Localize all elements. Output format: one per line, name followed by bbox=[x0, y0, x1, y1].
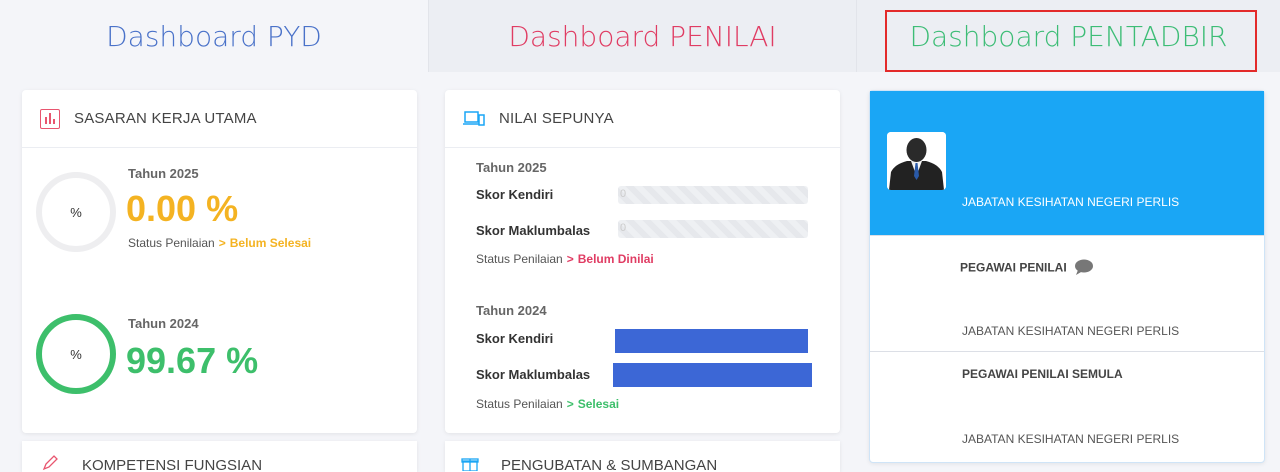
pegawai-penilai-label: PEGAWAI PENILAI bbox=[960, 260, 1067, 275]
kompetensi-fungsian-card: KOMPETENSI FUNGSIAN bbox=[22, 441, 417, 472]
skor-maklumbalas-label: Skor Maklumbalas bbox=[476, 223, 591, 238]
tab-penilai-label: Dashboard PENILAI bbox=[508, 19, 777, 53]
card-title: SASARAN KERJA UTAMA bbox=[74, 110, 257, 127]
status-label: Status Penilaian bbox=[128, 236, 215, 250]
year-label: Tahun 2025 bbox=[476, 160, 547, 175]
status-value: Belum Selesai bbox=[229, 236, 312, 250]
card-header: NILAI SEPUNYA bbox=[445, 90, 840, 148]
nilai-sepunya-card: NILAI SEPUNYA Tahun 2025 Skor Kendiri 0 … bbox=[445, 90, 840, 433]
pegawai-penilai-section: PEGAWAI PENILAI JABATAN KESIHATAN NEGERI… bbox=[870, 235, 1264, 351]
chevron-right-icon: > bbox=[566, 397, 574, 411]
skor-maklumbalas-bar bbox=[613, 363, 812, 387]
tab-dashboard-penilai[interactable]: Dashboard PENILAI bbox=[428, 0, 856, 72]
pengubatan-sumbangan-title: PENGUBATAN & SUMBANGAN bbox=[501, 457, 718, 472]
progress-circle-2024: % bbox=[36, 314, 116, 394]
skor-kendiri-label: Skor Kendiri bbox=[476, 331, 554, 346]
pencil-icon bbox=[42, 455, 58, 472]
tab-pyd-label: Dashboard PYD bbox=[106, 19, 322, 53]
status-value: Belum Dinilai bbox=[577, 252, 654, 266]
progress-circle-2025: % bbox=[36, 172, 116, 252]
tab-pentadbir-label: Dashboard PENTADBIR bbox=[909, 19, 1228, 53]
skor-maklumbalas-value: 0 bbox=[620, 222, 627, 234]
skor-maklumbalas-label: Skor Maklumbalas bbox=[476, 367, 591, 382]
profile-organization: JABATAN KESIHATAN NEGERI PERLIS bbox=[962, 195, 1180, 209]
tab-dashboard-pyd[interactable]: Dashboard PYD bbox=[0, 0, 428, 72]
pegawai-penilai-semula-organization: JABATAN KESIHATAN NEGERI PERLIS bbox=[962, 432, 1180, 446]
skor-kendiri-value: 0 bbox=[620, 188, 627, 200]
card-header: SASARAN KERJA UTAMA bbox=[22, 90, 417, 148]
percent-value: 99.67 % bbox=[126, 340, 259, 381]
laptop-icon bbox=[463, 109, 485, 129]
bar-chart-icon bbox=[40, 108, 60, 129]
year-label: Tahun 2024 bbox=[476, 303, 547, 318]
chevron-right-icon: > bbox=[566, 252, 574, 266]
kompetensi-fungsian-title: KOMPETENSI FUNGSIAN bbox=[82, 457, 263, 472]
card-title: NILAI SEPUNYA bbox=[499, 110, 614, 127]
profile-card: JABATAN KESIHATAN NEGERI PERLIS PEGAWAI … bbox=[869, 90, 1265, 463]
percent-value: 0.00 % bbox=[126, 188, 239, 229]
year-label: Tahun 2024 bbox=[128, 316, 199, 331]
skor-maklumbalas-bar bbox=[618, 220, 808, 238]
skor-kendiri-bar bbox=[618, 186, 808, 204]
status-value: Selesai bbox=[577, 397, 620, 411]
chat-bubble-icon[interactable] bbox=[1074, 259, 1094, 278]
dashboard-tabs: Dashboard PYD Dashboard PENILAI Dashboar… bbox=[0, 0, 1280, 88]
year-label: Tahun 2025 bbox=[128, 166, 199, 181]
chevron-right-icon: > bbox=[218, 236, 226, 250]
pegawai-penilai-semula-section: PEGAWAI PENILAI SEMULA JABATAN KESIHATAN… bbox=[870, 351, 1264, 462]
gift-icon bbox=[461, 455, 479, 472]
status-label: Status Penilaian bbox=[476, 252, 563, 266]
avatar[interactable] bbox=[887, 132, 946, 190]
pegawai-penilai-organization: JABATAN KESIHATAN NEGERI PERLIS bbox=[962, 324, 1180, 338]
profile-header: JABATAN KESIHATAN NEGERI PERLIS bbox=[870, 91, 1264, 235]
skor-kendiri-bar bbox=[615, 329, 808, 353]
status-line: Status Penilaian > Belum Dinilai bbox=[476, 252, 654, 266]
status-line: Status Penilaian > Belum Selesai bbox=[128, 236, 311, 250]
skor-kendiri-label: Skor Kendiri bbox=[476, 187, 554, 202]
status-line: Status Penilaian > Selesai bbox=[476, 397, 619, 411]
pengubatan-sumbangan-card: PENGUBATAN & SUMBANGAN bbox=[445, 441, 840, 472]
circle-label: % bbox=[70, 204, 82, 220]
pegawai-penilai-semula-title: PEGAWAI PENILAI SEMULA bbox=[962, 367, 1123, 381]
circle-label: % bbox=[70, 346, 82, 362]
sasaran-kerja-card: SASARAN KERJA UTAMA % Tahun 2025 0.00 % … bbox=[22, 90, 417, 433]
pegawai-penilai-title: PEGAWAI PENILAI bbox=[960, 259, 1094, 278]
status-label: Status Penilaian bbox=[476, 397, 563, 411]
tab-dashboard-pentadbir[interactable]: Dashboard PENTADBIR bbox=[856, 0, 1280, 72]
